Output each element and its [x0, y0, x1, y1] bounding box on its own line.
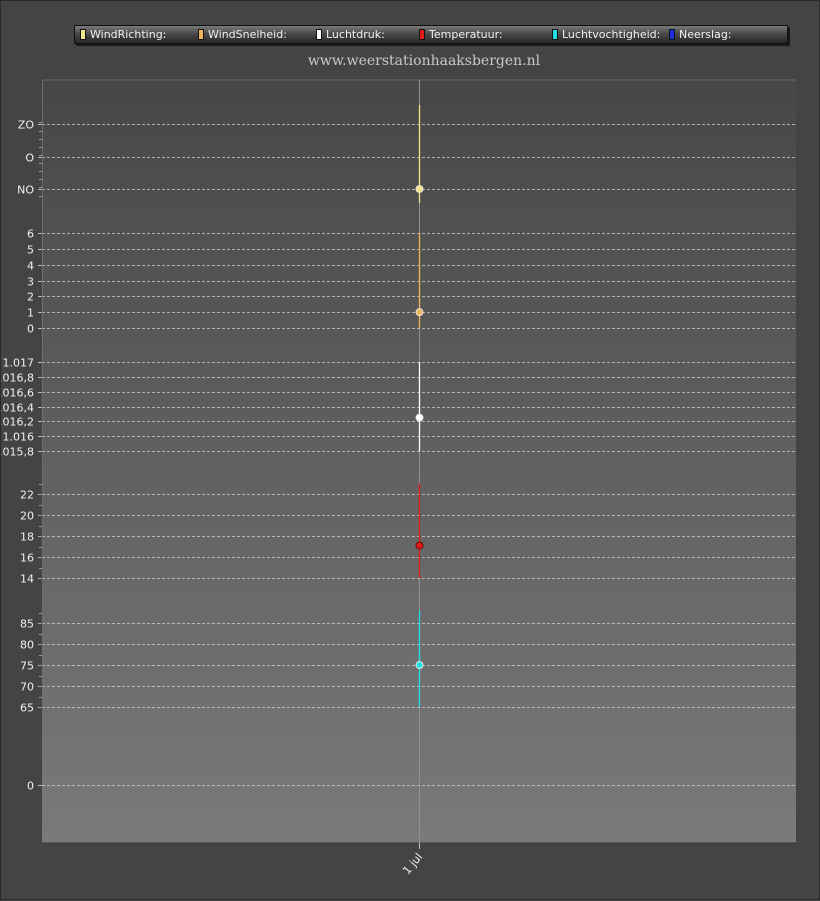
- data-point-temperatuur: [415, 541, 424, 550]
- ytick-label-1-4: 4: [27, 260, 34, 273]
- ytick-label-4-3: 80: [20, 639, 34, 652]
- data-point-windrichting: [415, 185, 424, 193]
- xtick-label-0: 1 jul: [400, 851, 425, 877]
- ytick-label-4-2: 75: [20, 660, 34, 673]
- chart-svg: NO O ZO 0 1 2 3 4 5 6 1.015,8 1.016 1.016,21.016,4 1.…: [1, 79, 796, 877]
- ytick-label-1-3: 3: [27, 276, 34, 289]
- ytick-label-1-2: 2: [27, 291, 34, 304]
- ytick-label-2-4: 1.016,6: [1, 387, 34, 400]
- ytick-label-5-0: 0: [27, 780, 34, 793]
- ytick-label-0-0: NO: [17, 184, 34, 197]
- data-point-luchtvochtigheid: [415, 661, 424, 669]
- ytick-label-1-5: 5: [27, 244, 34, 257]
- ytick-label-4-4: 85: [20, 618, 34, 631]
- ytick-label-4-1: 70: [20, 681, 34, 694]
- ytick-label-3-2: 18: [20, 531, 34, 544]
- ytick-label-2-6: 1.017: [3, 357, 35, 370]
- ytick-label-2-1: 1.016: [3, 431, 35, 444]
- ytick-label-2-5: 1.016,8: [1, 372, 34, 385]
- ytick-label-2-2: 1.016,2: [1, 416, 34, 429]
- ytick-label-0-1: O: [25, 152, 34, 165]
- data-point-luchtdruk: [415, 413, 424, 422]
- ytick-label-3-3: 20: [20, 510, 34, 523]
- ytick-label-4-0: 65: [20, 702, 34, 715]
- ytick-label-1-1: 1: [27, 307, 34, 320]
- ytick-label-3-0: 14: [20, 573, 34, 586]
- ytick-label-1-0: 0: [27, 323, 34, 336]
- data-point-windsnelheid: [415, 308, 424, 317]
- ytick-label-2-3: 1.016,4: [1, 402, 34, 415]
- ytick-label-1-6: 6: [27, 228, 34, 241]
- ytick-label-0-2: ZO: [18, 119, 35, 132]
- ytick-label-2-0: 1.015,8: [1, 446, 34, 459]
- ytick-label-3-4: 22: [20, 489, 34, 502]
- ytick-label-3-1: 16: [20, 552, 34, 565]
- chart-frame: WindRichting: WindSnelheid: Luchtdruk: Temp…: [0, 0, 820, 900]
